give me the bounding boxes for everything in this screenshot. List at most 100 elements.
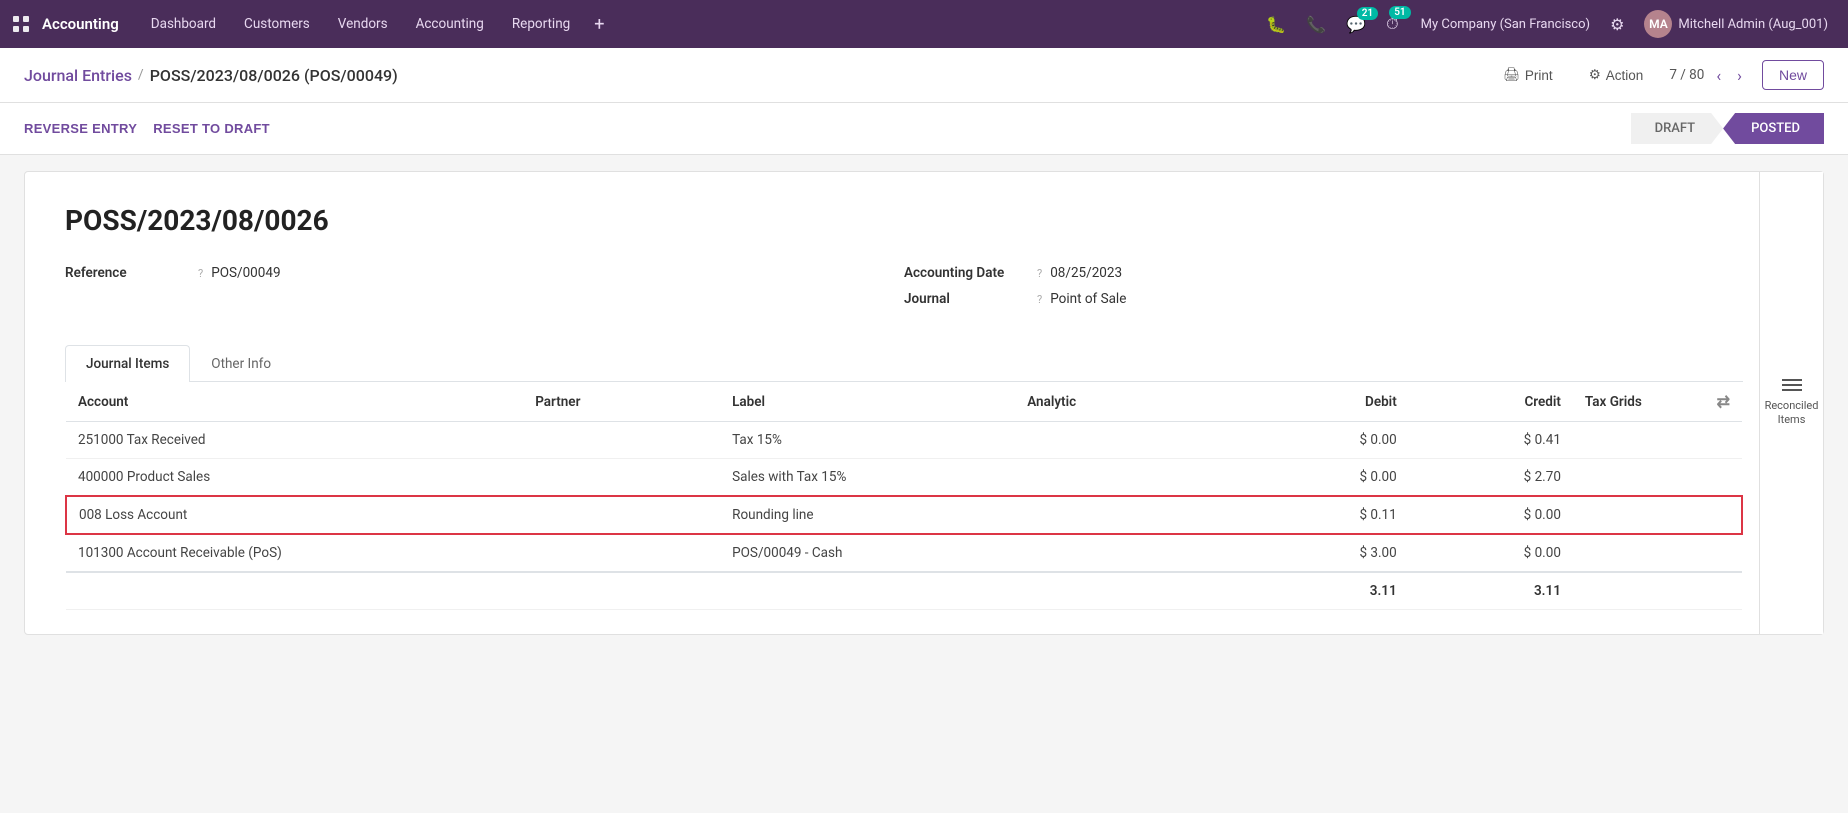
cell-sort xyxy=(1705,459,1742,497)
main-content: Reconciled Items POSS/2023/08/0026 Refer… xyxy=(0,171,1848,659)
cell-account: 101300 Account Receivable (PoS) xyxy=(66,534,523,572)
journal-items-table-wrapper: Account Partner Label Analytic Debit Cre… xyxy=(65,382,1743,610)
journal-field-row: Journal ? Point of Sale xyxy=(904,291,1743,307)
totals-cell-6 xyxy=(1573,572,1705,610)
totals-cell-5: 3.11 xyxy=(1409,572,1573,610)
reset-to-draft-button[interactable]: RESET TO DRAFT xyxy=(153,117,270,140)
gear-icon: ⚙ xyxy=(1589,67,1601,83)
reference-help: ? xyxy=(198,267,203,280)
journal-items-table: Account Partner Label Analytic Debit Cre… xyxy=(65,382,1743,610)
cell-debit: $ 0.11 xyxy=(1245,496,1409,534)
nav-vendors[interactable]: Vendors xyxy=(326,10,400,38)
cell-taxgrids xyxy=(1573,422,1705,459)
cell-partner xyxy=(523,422,720,459)
step-posted[interactable]: POSTED xyxy=(1723,113,1824,144)
pagination-prev[interactable]: ‹ xyxy=(1712,64,1725,87)
new-button[interactable]: New xyxy=(1762,60,1824,90)
activity-badge: 51 xyxy=(1389,6,1410,19)
status-bar: REVERSE ENTRY RESET TO DRAFT DRAFT POSTE… xyxy=(0,103,1848,155)
cell-label: POS/00049 - Cash xyxy=(720,534,1015,572)
breadcrumb-separator: / xyxy=(138,67,144,83)
accounting-date-help: ? xyxy=(1037,267,1042,280)
cell-sort xyxy=(1705,534,1742,572)
activity-icon-button[interactable]: ⏱ 51 xyxy=(1380,10,1404,38)
app-name: Accounting xyxy=(42,15,119,33)
breadcrumb-current: POSS/2023/08/0026 (POS/00049) xyxy=(150,66,398,85)
nav-customers[interactable]: Customers xyxy=(232,10,322,38)
cell-label: Tax 15% xyxy=(720,422,1015,459)
reference-field-row: Reference ? POS/00049 xyxy=(65,265,904,281)
cell-label: Sales with Tax 15% xyxy=(720,459,1015,497)
table-row[interactable]: 251000 Tax ReceivedTax 15%$ 0.00$ 0.41 xyxy=(66,422,1742,459)
chat-icon-button[interactable]: 💬 21 xyxy=(1340,11,1372,38)
totals-cell-7 xyxy=(1705,572,1742,610)
cell-credit: $ 0.00 xyxy=(1409,496,1573,534)
table-row[interactable]: 008 Loss Account Rounding line $ 0.11$ 0.0… xyxy=(66,496,1742,534)
user-menu[interactable]: MA Mitchell Admin (Aug_001) xyxy=(1636,6,1836,42)
user-avatar: MA xyxy=(1644,10,1672,38)
nav-dashboard[interactable]: Dashboard xyxy=(139,10,228,38)
settings-icon[interactable]: ⚙ xyxy=(1606,11,1628,38)
grid-menu-icon[interactable] xyxy=(12,15,30,33)
cell-debit: $ 3.00 xyxy=(1245,534,1409,572)
col-header-label: Label xyxy=(720,382,1015,422)
cell-sort xyxy=(1705,496,1742,534)
cell-analytic xyxy=(1015,534,1245,572)
col-header-account: Account xyxy=(66,382,523,422)
nav-accounting[interactable]: Accounting xyxy=(404,10,496,38)
tabs: Journal Items Other Info xyxy=(65,345,1743,382)
cell-analytic xyxy=(1015,459,1245,497)
table-totals-row: 3.113.11 xyxy=(66,572,1742,610)
action-button[interactable]: ⚙ Action xyxy=(1579,62,1654,88)
status-actions: REVERSE ENTRY RESET TO DRAFT xyxy=(24,117,270,140)
accounting-date-value: 08/25/2023 xyxy=(1050,265,1122,281)
right-fields: Accounting Date ? 08/25/2023 Journal ? P… xyxy=(904,265,1743,317)
breadcrumb-bar: Journal Entries / POSS/2023/08/0026 (POS… xyxy=(0,48,1848,103)
col-header-analytic: Analytic xyxy=(1015,382,1245,422)
phone-icon-button[interactable]: 📞 xyxy=(1300,11,1332,38)
nav-icon-group: 🐛 📞 💬 21 ⏱ 51 My Company (San Francisco)… xyxy=(1260,6,1836,42)
table-row[interactable]: 400000 Product SalesSales with Tax 15%$ … xyxy=(66,459,1742,497)
nav-reporting[interactable]: Reporting xyxy=(500,10,582,38)
cell-account: 008 Loss Account xyxy=(66,496,523,534)
print-button[interactable]: 🖨 Print xyxy=(1493,62,1563,88)
table-row[interactable]: 101300 Account Receivable (PoS) POS/00049… xyxy=(66,534,1742,572)
printer-icon: 🖨 xyxy=(1503,67,1520,83)
nav-add-button[interactable]: + xyxy=(586,10,612,39)
accounting-date-field-row: Accounting Date ? 08/25/2023 xyxy=(904,265,1743,281)
tab-other-info[interactable]: Other Info xyxy=(190,345,292,382)
sort-icon[interactable]: ⇄ xyxy=(1717,392,1730,411)
reconciled-items-button[interactable]: Reconciled Items xyxy=(1759,172,1823,634)
journal-value: Point of Sale xyxy=(1050,291,1126,307)
step-draft[interactable]: DRAFT xyxy=(1631,113,1724,144)
document-title: POSS/2023/08/0026 xyxy=(65,204,1743,237)
user-name: Mitchell Admin (Aug_001) xyxy=(1678,17,1828,32)
col-header-credit: Credit xyxy=(1409,382,1573,422)
totals-cell-3 xyxy=(1015,572,1245,610)
document-card: Reconciled Items POSS/2023/08/0026 Refer… xyxy=(24,171,1824,635)
tab-journal-items[interactable]: Journal Items xyxy=(65,345,190,382)
top-navigation: Accounting Dashboard Customers Vendors A… xyxy=(0,0,1848,48)
fields-grid: Reference ? POS/00049 Accounting Date ? … xyxy=(65,265,1743,317)
cell-label: Rounding line xyxy=(720,496,1015,534)
company-name[interactable]: My Company (San Francisco) xyxy=(1421,17,1590,32)
totals-cell-4: 3.11 xyxy=(1245,572,1409,610)
cell-partner xyxy=(523,534,720,572)
form-area: POSS/2023/08/0026 Reference ? POS/00049 … xyxy=(25,172,1823,634)
accounting-date-label: Accounting Date xyxy=(904,265,1034,281)
chat-badge: 21 xyxy=(1357,7,1378,20)
totals-cell-1 xyxy=(523,572,720,610)
breadcrumb-parent[interactable]: Journal Entries xyxy=(24,66,132,85)
cell-partner xyxy=(523,459,720,497)
cell-account: 251000 Tax Received xyxy=(66,422,523,459)
cell-taxgrids xyxy=(1573,496,1705,534)
cell-analytic xyxy=(1015,496,1245,534)
pagination-next[interactable]: › xyxy=(1733,64,1746,87)
cell-partner xyxy=(523,496,720,534)
journal-help: ? xyxy=(1037,293,1042,306)
pagination: 7 / 80 ‹ › xyxy=(1669,64,1746,87)
cell-taxgrids xyxy=(1573,459,1705,497)
bug-icon-button[interactable]: 🐛 xyxy=(1260,11,1292,38)
reference-value: POS/00049 xyxy=(211,265,280,281)
reverse-entry-button[interactable]: REVERSE ENTRY xyxy=(24,117,137,140)
